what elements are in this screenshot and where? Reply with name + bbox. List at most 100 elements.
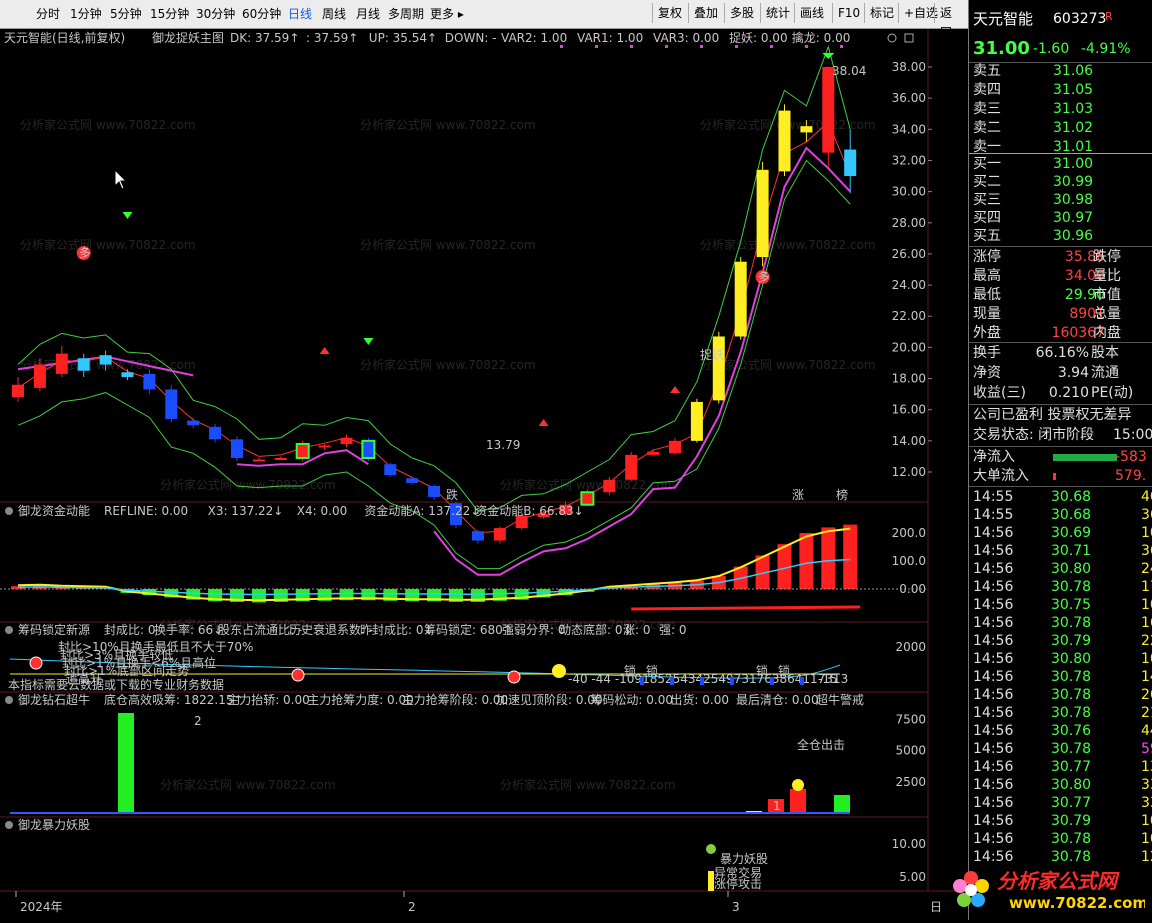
ask-price: 31.02: [1053, 120, 1094, 136]
tick-volume: 10: [1141, 525, 1152, 541]
bid-price: 30.97: [1053, 210, 1094, 226]
tick-row[interactable]: 14:56 30.80 33: [969, 776, 1152, 794]
candle: [384, 462, 397, 477]
tick-volume: 22: [1141, 633, 1152, 649]
period-tab[interactable]: 15分钟: [150, 5, 189, 22]
bid-row: 买四 30.97: [969, 209, 1152, 228]
candle: [734, 257, 747, 340]
tick-row[interactable]: 14:55 30.68 36: [969, 506, 1152, 524]
count-label: 1: [773, 799, 781, 813]
tick-time: 14:55: [973, 507, 1014, 523]
chip-panel-header: 筹码锁定新源 封成比: 0换手率: 66↓股东占流通比: -历史衰退系数: -昨封…: [5, 622, 687, 637]
tick-row[interactable]: 14:56 30.78 10: [969, 830, 1152, 848]
period-tab[interactable]: 月线: [356, 5, 380, 22]
tick-row[interactable]: 14:56 30.78 17: [969, 578, 1152, 596]
demon-icon: [706, 844, 716, 854]
panel-toggle-icon[interactable]: [5, 626, 13, 634]
indicator-field: 资金动能A: 137.22↓: [364, 503, 480, 518]
logo-url: www.70822.com: [1009, 894, 1145, 912]
panel-toggle-icon[interactable]: [5, 821, 13, 829]
tick-price: 30.77: [1051, 759, 1092, 775]
indicator-field: 最后清仓: 0.00: [736, 693, 819, 707]
toolbar-button[interactable]: F10: [832, 3, 865, 23]
period-tab[interactable]: 更多 ▸: [430, 5, 464, 22]
tick-time: 14:56: [973, 813, 1014, 829]
toolbar-button[interactable]: 统计: [760, 3, 795, 23]
toolbar-button[interactable]: 叠加: [688, 3, 723, 23]
lock-label: 锁: [646, 663, 658, 678]
toolbar-button[interactable]: 复权: [652, 3, 687, 23]
bid-row: 买五 30.96: [969, 227, 1152, 246]
data-notice: 本指标需要云数据或下载的专业财务数据: [8, 677, 224, 692]
tick-price: 30.78: [1051, 669, 1092, 685]
stat-row: 外盘 160367 内盘: [969, 324, 1152, 343]
tick-row[interactable]: 14:56 30.69 10: [969, 524, 1152, 542]
stat-right-label: 量比: [1093, 268, 1121, 284]
order-book-divider: [969, 153, 1152, 154]
tick-row[interactable]: 14:56 30.78 21: [969, 704, 1152, 722]
r-flag-icon: R: [1105, 10, 1113, 23]
panel-toggle-icon[interactable]: [5, 507, 13, 515]
kline-chart-svg[interactable]: 分析家公式网 www.70822.com 分析家公式网 www.70822.com…: [0, 29, 968, 920]
chip-tick-end: -15: [818, 672, 838, 686]
toolbar-button[interactable]: 画线: [794, 3, 829, 23]
tick-row[interactable]: 14:55 30.68 40: [969, 488, 1152, 506]
indicator-field: 封成比: 0: [104, 623, 156, 637]
stat-label: 最低: [973, 287, 1001, 303]
stat-right-label: 市值: [1093, 287, 1121, 303]
stat2-value: 66.16%: [1035, 345, 1089, 361]
y-tick-label: 36.00: [892, 91, 926, 105]
indicator-field: X4: 0.00: [297, 504, 347, 518]
tick-row[interactable]: 14:56 30.79 10: [969, 812, 1152, 830]
tick-row[interactable]: 14:56 30.80 10: [969, 650, 1152, 668]
period-tab[interactable]: 60分钟: [242, 5, 281, 22]
period-tab[interactable]: 周线: [322, 5, 346, 22]
indicator-field: 筹码锁定: 680↑: [424, 622, 513, 637]
stock-title: 天元智能(日线,前复权): [4, 30, 125, 45]
bid-label: 买二: [973, 174, 1001, 190]
chip-blue-bar: [770, 677, 774, 685]
tick-volume: 36: [1141, 507, 1152, 523]
period-toolbar: 分时 1分钟 5分钟 15分钟 30分钟 60分钟 日线 周线 月线 多周期 更多 ▸ 复权 叠加 多股…: [0, 0, 968, 40]
period-tab[interactable]: 30分钟: [196, 5, 235, 22]
toolbar-button[interactable]: 多股: [724, 3, 759, 23]
watermark-text: 分析家公式网 www.70822.com: [360, 117, 536, 132]
tick-row[interactable]: 14:56 30.78 14: [969, 668, 1152, 686]
ask-label: 卖三: [973, 101, 1001, 117]
tick-row[interactable]: 14:56 30.79 22: [969, 632, 1152, 650]
panel-toggle-icon[interactable]: [5, 696, 13, 704]
tick-row[interactable]: 14:56 30.78 59: [969, 740, 1152, 758]
period-tab[interactable]: 分时: [36, 5, 60, 22]
tick-row[interactable]: 14:56 30.78 16: [969, 614, 1152, 632]
ask-label: 卖五: [973, 63, 1001, 79]
tick-price: 30.77: [1051, 795, 1092, 811]
period-tab[interactable]: 1分钟: [70, 5, 102, 22]
stock-name: 天元智能: [973, 10, 1034, 28]
bottom-rank-label: 榜: [836, 487, 848, 502]
tick-row[interactable]: 14:56 30.80 24: [969, 560, 1152, 578]
tick-row[interactable]: 14:56 30.78 26: [969, 686, 1152, 704]
indicator-field: : 37.59↑: [306, 31, 358, 45]
tick-row[interactable]: 14:56 30.77 33: [969, 794, 1152, 812]
tick-volume: 33: [1141, 795, 1152, 811]
stat-row: 现量 8901 总量: [969, 305, 1152, 324]
chart-area[interactable]: 分析家公式网 www.70822.com 分析家公式网 www.70822.com…: [0, 29, 968, 920]
period-tab[interactable]: 日线: [288, 5, 312, 22]
tick-row[interactable]: 14:56 30.75 10: [969, 596, 1152, 614]
tick-time: 14:56: [973, 543, 1014, 559]
period-tab[interactable]: 多周期: [388, 5, 424, 22]
tick-row[interactable]: 14:56 30.71 36: [969, 542, 1152, 560]
toolbar-button[interactable]: 返回: [934, 3, 968, 40]
tick-price: 30.75: [1051, 597, 1092, 613]
toolbar-button[interactable]: 标记: [864, 3, 899, 23]
tick-row[interactable]: 14:56 30.76 44: [969, 722, 1152, 740]
stat-row: 最低 29.90 市值: [969, 286, 1152, 305]
candle: [756, 162, 769, 267]
tick-time: 14:56: [973, 597, 1014, 613]
period-tab[interactable]: 5分钟: [110, 5, 142, 22]
tick-row[interactable]: 14:56 30.77 13: [969, 758, 1152, 776]
tick-time: 14:56: [973, 525, 1014, 541]
candle: [625, 451, 638, 482]
catch-demon-label: 捉妖: [700, 347, 724, 362]
tick-volume: 10: [1141, 651, 1152, 667]
